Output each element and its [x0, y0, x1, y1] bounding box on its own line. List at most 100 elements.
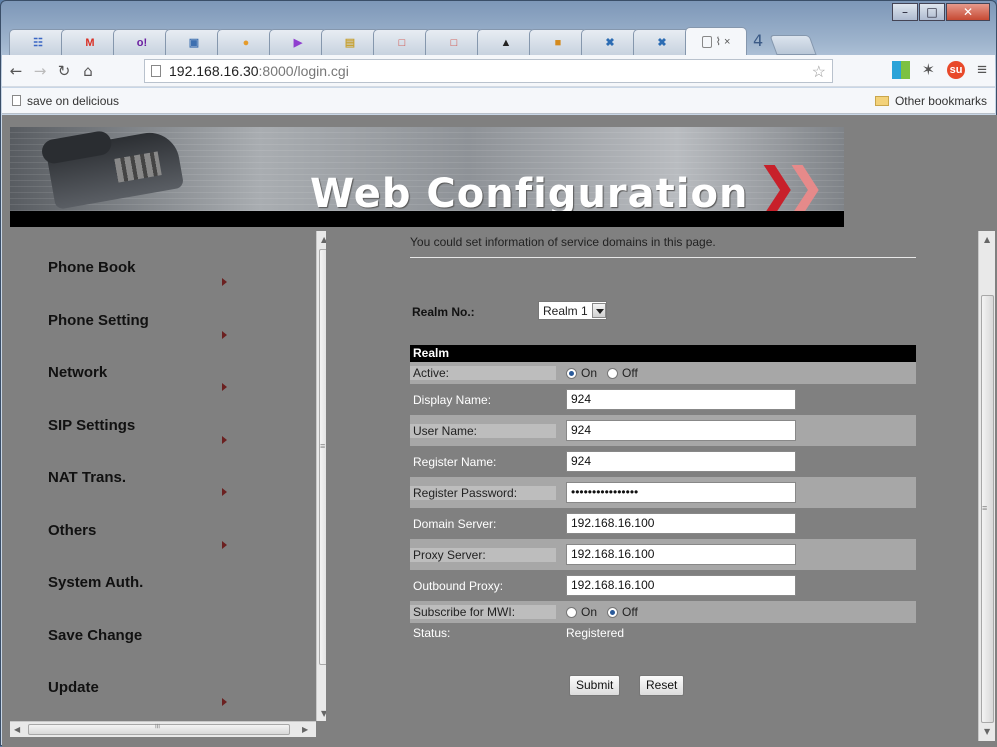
browser-toolbar: ← → ↻ ⌂ 192.168.16.30:8000/login.cgi ☆ ✶…	[2, 55, 995, 87]
browser-tab[interactable]: ●	[217, 29, 275, 55]
active-on-radio[interactable]	[566, 367, 577, 379]
browser-tab[interactable]: ☷	[9, 29, 67, 55]
register-name-label: Register Name:	[413, 454, 497, 469]
back-icon[interactable]: ←	[6, 62, 26, 80]
active-off-radio[interactable]	[607, 367, 619, 379]
browser-tab[interactable]: ▶	[269, 29, 327, 55]
url-host: 192.168.16.30	[169, 63, 259, 79]
penguin-icon: ▲	[500, 36, 512, 49]
menu-item[interactable]: Save Change	[48, 627, 142, 644]
scroll-up-icon[interactable]: ▲	[984, 235, 990, 244]
extension-icon[interactable]	[891, 61, 910, 79]
status-row: Status: Registered	[410, 623, 916, 643]
menu-item[interactable]: Others	[48, 522, 96, 539]
minimize-button[interactable]: –	[892, 3, 918, 21]
menu-item[interactable]: SIP Settings	[48, 417, 135, 434]
register-name-input[interactable]: 924	[566, 451, 796, 472]
config-content: You could set information of service dom…	[326, 231, 986, 737]
mwi-label: Subscribe for MWI:	[410, 605, 566, 619]
menu-vertical-scrollbar[interactable]: ▲ ≡ ▼	[316, 231, 326, 721]
outbound-proxy-label: Outbound Proxy:	[413, 578, 504, 593]
browser-tab[interactable]: ▣	[165, 29, 223, 55]
reload-icon[interactable]: ↻	[54, 62, 74, 80]
chevron-icon: ❯❯	[756, 157, 826, 215]
domain-server-row: Domain Server: 192.168.16.100	[410, 508, 916, 539]
maximize-button[interactable]: □	[919, 3, 945, 21]
yahoo-icon: o!	[136, 36, 148, 49]
browser-tab[interactable]: o!	[113, 29, 171, 55]
realm-select-value: Realm 1	[543, 303, 588, 318]
mwi-off-radio[interactable]	[607, 606, 619, 618]
domain-server-input[interactable]: 192.168.16.100	[566, 513, 796, 534]
orange-icon: ●	[242, 36, 250, 49]
active-label: Active:	[410, 366, 566, 380]
bookmarks-bar: save on delicious Other bookmarks	[2, 88, 995, 114]
menu-horizontal-scrollbar[interactable]: ◀ ≡ ▶	[10, 721, 316, 737]
page-icon	[151, 65, 161, 77]
display-name-input[interactable]: 924	[566, 389, 796, 410]
chevron-down-icon[interactable]	[591, 303, 606, 318]
menu-item[interactable]: Update	[48, 679, 99, 696]
menu-item[interactable]: Phone Book	[48, 259, 136, 276]
menu-item[interactable]: Phone Setting	[48, 312, 149, 329]
browser-tab[interactable]: ✖	[581, 29, 639, 55]
active-tab[interactable]: ⌇ ×	[685, 27, 747, 55]
browser-tab[interactable]: M	[61, 29, 119, 55]
scroll-down-icon[interactable]: ▼	[984, 727, 990, 736]
submit-button[interactable]: Submit	[569, 675, 621, 696]
realm-table: Realm Active: On Off Display Name: 924 U…	[410, 345, 916, 643]
register-name-row: Register Name: 924	[410, 446, 916, 477]
menu-item[interactable]: Network	[48, 364, 107, 381]
browser-tab[interactable]: □	[373, 29, 431, 55]
proxy-server-input[interactable]: 192.168.16.100	[566, 544, 796, 565]
menu-frame: Phone Book Phone Setting Network SIP Settin…	[10, 231, 326, 737]
register-password-row: Register Password: ••••••••••••••••	[410, 477, 916, 508]
active-row: Active: On Off	[410, 362, 916, 384]
submenu-arrow-icon	[222, 435, 227, 444]
red-window-icon: □	[398, 36, 406, 49]
other-bookmarks[interactable]: Other bookmarks	[874, 94, 987, 108]
browser-tab[interactable]: ■	[529, 29, 587, 55]
submenu-arrow-icon	[222, 488, 227, 496]
bug-extension-icon[interactable]: ✶	[922, 60, 935, 80]
mwi-on-radio[interactable]	[566, 606, 577, 618]
page-vertical-scrollbar[interactable]: ▲ ≡ ▼	[978, 231, 995, 741]
display-name-row: Display Name: 924	[410, 384, 916, 415]
submenu-arrow-icon	[222, 383, 227, 391]
status-label: Status:	[413, 626, 451, 640]
web-page: Web Configuration ❯❯ Phone Book Phone Set…	[2, 115, 997, 747]
delicious-icon: ☷	[33, 36, 43, 49]
bookmark-save-on-delicious[interactable]: save on delicious	[12, 94, 119, 108]
menu-item[interactable]: System Auth.	[48, 574, 143, 591]
home-icon[interactable]: ⌂	[78, 62, 98, 80]
gmail-icon: M	[85, 36, 95, 49]
browser-tab[interactable]: ▲	[477, 29, 535, 55]
close-window-button[interactable]: ✕	[946, 3, 990, 21]
folder-icon	[874, 95, 889, 106]
outbound-proxy-input[interactable]: 192.168.16.100	[566, 575, 796, 596]
submenu-arrow-icon	[222, 330, 227, 339]
new-tab-button[interactable]	[769, 35, 817, 55]
menu-icon[interactable]: ≡	[977, 60, 987, 80]
scroll-right-icon[interactable]: ▶	[302, 725, 308, 734]
forward-icon[interactable]: →	[30, 62, 50, 80]
menu-item[interactable]: NAT Trans.	[48, 469, 126, 486]
page-icon	[701, 35, 712, 48]
browser-tab[interactable]: ✖	[633, 29, 691, 55]
address-bar[interactable]: 192.168.16.30:8000/login.cgi ☆	[144, 59, 833, 83]
browser-tab[interactable]: □	[425, 29, 483, 55]
scroll-left-icon[interactable]: ◀	[14, 725, 20, 734]
window-controls: – □ ✕	[891, 3, 990, 21]
display-name-label: Display Name:	[413, 392, 492, 407]
reset-button[interactable]: Reset	[639, 675, 685, 696]
user-name-input[interactable]: 924	[566, 420, 796, 441]
bookmark-star-icon[interactable]: ☆	[812, 62, 826, 82]
app-icon: ▣	[188, 36, 200, 49]
browser-tab[interactable]: ▤	[321, 29, 379, 55]
register-password-label: Register Password:	[410, 485, 566, 500]
purple-icon: ▶	[293, 36, 303, 49]
stumbleupon-icon[interactable]: su	[947, 61, 966, 79]
register-password-input[interactable]: ••••••••••••••••	[566, 482, 796, 503]
page-description: You could set information of service dom…	[410, 235, 716, 249]
realm-select[interactable]: Realm 1	[538, 301, 607, 320]
